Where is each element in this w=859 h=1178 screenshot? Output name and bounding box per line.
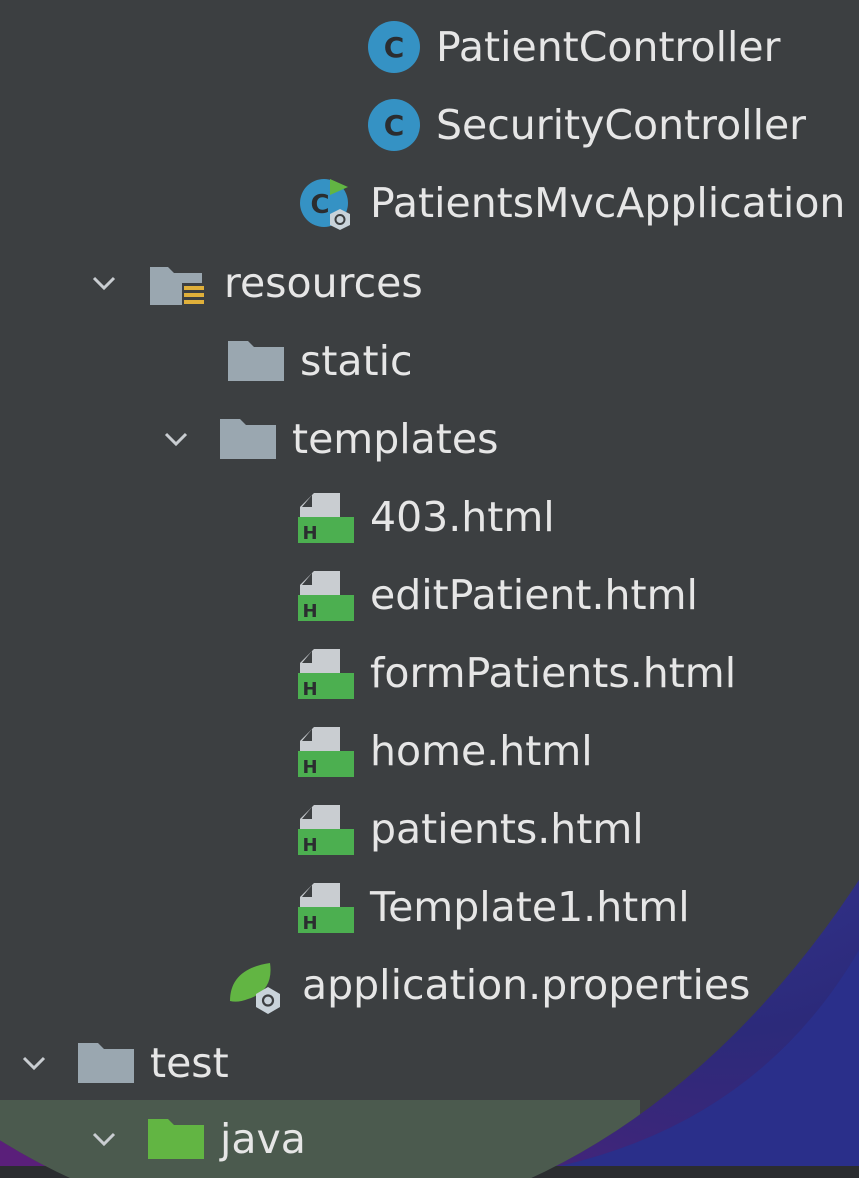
tree-item-label: templates [292,414,499,463]
spring-boot-class-icon: C [296,173,356,233]
chevron-down-icon[interactable] [156,419,196,459]
tree-item-static[interactable]: static [226,322,413,400]
tree-item-label: formPatients.html [370,648,737,697]
project-tree-panel: C PatientController C SecurityController… [0,0,859,1178]
svg-text:C: C [384,109,405,142]
tree-item-template1-html[interactable]: H Template1.html [296,868,690,946]
tree-item-resources[interactable]: resources [84,244,423,322]
tree-item-patient-controller[interactable]: C PatientController [366,8,780,86]
tree-item-java[interactable]: java [0,1100,640,1178]
tree-item-label: static [300,336,413,385]
html-file-icon: H [296,643,356,703]
spring-properties-icon [226,955,288,1015]
tree-item-label: SecurityController [436,100,807,149]
tree-item-label: resources [224,258,423,307]
tree-item-templates[interactable]: templates [156,400,498,478]
tree-item-label: editPatient.html [370,570,698,619]
folder-icon [226,335,286,387]
tree-item-label: test [150,1038,229,1087]
tree-item-label: home.html [370,726,593,775]
chevron-down-icon[interactable] [14,1043,54,1083]
tree-item-patients-mvc-application[interactable]: C PatientsMvcApplication [296,164,845,242]
svg-text:H: H [302,835,317,856]
svg-text:H: H [302,523,317,544]
chevron-down-icon[interactable] [84,1119,124,1159]
tree-item-label: Template1.html [370,882,690,931]
html-file-icon: H [296,487,356,547]
class-icon: C [366,19,422,75]
tree-item-home-html[interactable]: H home.html [296,712,593,790]
html-file-icon: H [296,799,356,859]
svg-text:C: C [384,31,405,64]
svg-text:H: H [302,601,317,622]
html-file-icon: H [296,721,356,781]
tree-item-label: patients.html [370,804,644,853]
html-file-icon: H [296,565,356,625]
tree-item-test[interactable]: test [14,1024,229,1102]
svg-text:C: C [310,190,329,220]
resources-folder-icon [146,255,210,311]
tree-item-label: application.properties [302,960,751,1009]
tree-item-form-patients-html[interactable]: H formPatients.html [296,634,736,712]
tree-item-application-properties[interactable]: application.properties [226,946,750,1024]
folder-icon [218,413,278,465]
tree-item-label: PatientController [436,22,781,71]
tree-item-patients-html[interactable]: H patients.html [296,790,644,868]
tree-item-edit-patient-html[interactable]: H editPatient.html [296,556,698,634]
tree-item-label: PatientsMvcApplication [370,178,846,227]
class-icon: C [366,97,422,153]
svg-text:H: H [302,913,317,934]
svg-text:H: H [302,679,317,700]
tree-item-security-controller[interactable]: C SecurityController [366,86,806,164]
tree-item-label: 403.html [370,492,555,541]
test-sources-folder-icon [146,1113,206,1165]
chevron-down-icon[interactable] [84,263,124,303]
html-file-icon: H [296,877,356,937]
tree-item-label: java [220,1114,306,1163]
svg-text:H: H [302,757,317,778]
folder-icon [76,1037,136,1089]
tree-item-403-html[interactable]: H 403.html [296,478,555,556]
